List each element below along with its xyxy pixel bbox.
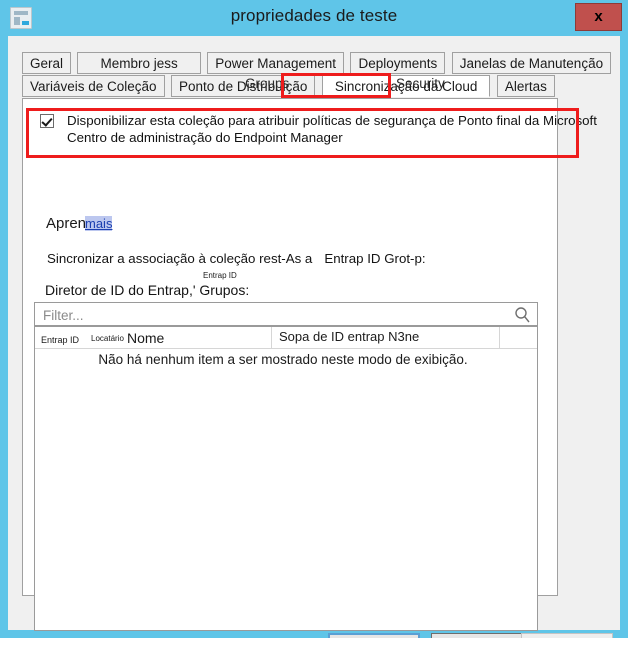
list-column-sopa-id[interactable]: Sopa de ID entrap N3ne bbox=[272, 327, 500, 348]
tab-power-management[interactable]: Power Management bbox=[207, 52, 345, 74]
list-column-spacer[interactable] bbox=[500, 327, 537, 348]
entra-id-badge: Entrap ID bbox=[203, 271, 237, 280]
learn-more-link[interactable]: Aprenda bbox=[46, 215, 103, 232]
tab-row-2: Variáveis de Coleção Ponto de Distribuiç… bbox=[22, 75, 557, 97]
tab-janelas-manutencao[interactable]: Janelas de Manutenção bbox=[451, 52, 612, 74]
list-header-row: Entrap ID Locatário Nome Sopa de ID entr… bbox=[35, 327, 537, 349]
tab-ponto-distribuicao[interactable]: Ponto de Distribuição bbox=[171, 75, 316, 97]
tab-row-1: Geral Membro jess Power Management Deplo… bbox=[22, 52, 613, 74]
dialog-body: Geral Membro jess Power Management Deplo… bbox=[8, 36, 620, 646]
tab-deployments[interactable]: Deployments bbox=[350, 52, 446, 74]
filter-input[interactable] bbox=[41, 303, 500, 327]
directory-groups-label: Diretor de ID do Entrap,' Grupos: bbox=[45, 282, 250, 298]
list-column-ghost-entrap-id: Entrap ID bbox=[41, 335, 80, 345]
cloud-sync-checkbox-label: Disponibilizar esta coleção para atribui… bbox=[67, 113, 597, 145]
tab-strip: Geral Membro jess Power Management Deplo… bbox=[22, 52, 612, 100]
tab-page-sincronizacao-cloud: Disponibilizar esta coleção para atribui… bbox=[22, 98, 597, 646]
screenshot-root: propriedades de teste x Geral Membro jes… bbox=[0, 0, 628, 646]
window-title: propriedades de teste bbox=[230, 6, 398, 25]
list-column-nome-label: Nome bbox=[127, 330, 165, 346]
sync-description-part-b: Entrap ID Grot-p: bbox=[324, 251, 426, 266]
tab-sincronizacao-cloud[interactable]: Sincronização da Cloud bbox=[321, 75, 491, 97]
title-bar: propriedades de teste x bbox=[0, 0, 628, 36]
filter-box[interactable] bbox=[34, 302, 538, 327]
close-button[interactable]: x bbox=[575, 3, 622, 31]
list-column-nome[interactable]: Entrap ID Locatário Nome bbox=[35, 327, 272, 348]
search-icon[interactable] bbox=[514, 306, 531, 323]
tab-variaveis-colecao[interactable]: Variáveis de Coleção bbox=[22, 75, 165, 97]
sync-description: Sincronizar a associação à coleção rest-… bbox=[47, 251, 426, 266]
groups-list-view[interactable]: Entrap ID Locatário Nome Sopa de ID entr… bbox=[34, 326, 538, 631]
cloud-sync-checkbox[interactable] bbox=[40, 114, 54, 128]
tab-geral[interactable]: Geral bbox=[22, 52, 72, 74]
properties-dialog-window: propriedades de teste x Geral Membro jes… bbox=[0, 0, 628, 646]
tab-alertas[interactable]: Alertas bbox=[496, 75, 555, 97]
list-empty-message: Não há nenhum item a ser mostrado neste … bbox=[98, 352, 468, 367]
list-column-ghost-locatario: Locatário bbox=[91, 334, 124, 343]
sync-description-part-a: Sincronizar a associação à coleção rest-… bbox=[47, 251, 313, 266]
tab-membro-jess[interactable]: Membro jess bbox=[77, 52, 201, 74]
bottom-strip bbox=[0, 638, 628, 646]
